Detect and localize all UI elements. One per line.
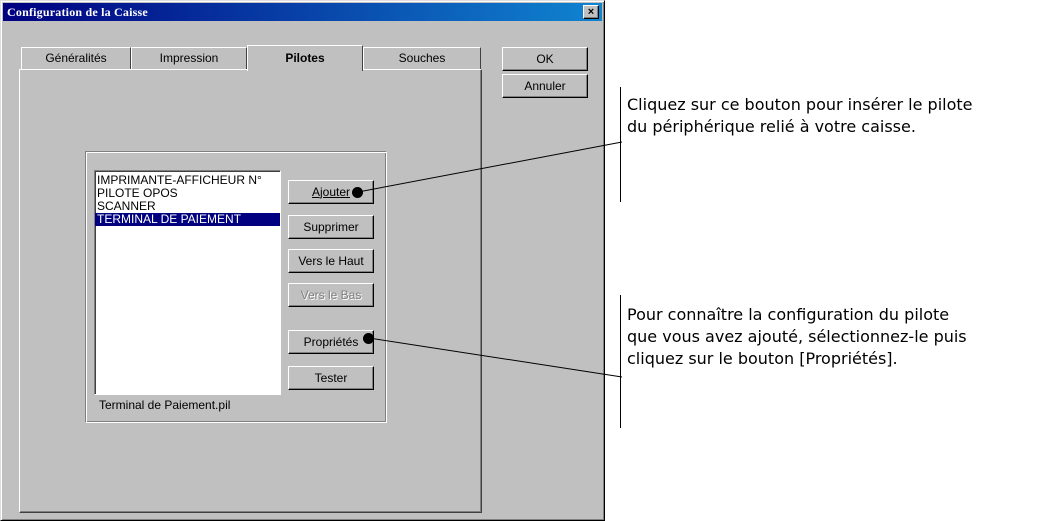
- properties-callout-dot: [363, 333, 374, 344]
- add-callout-line: [357, 141, 623, 193]
- callout-lines: [357, 141, 623, 378]
- add-callout-dot: [352, 187, 363, 198]
- properties-callout-line: [368, 337, 623, 378]
